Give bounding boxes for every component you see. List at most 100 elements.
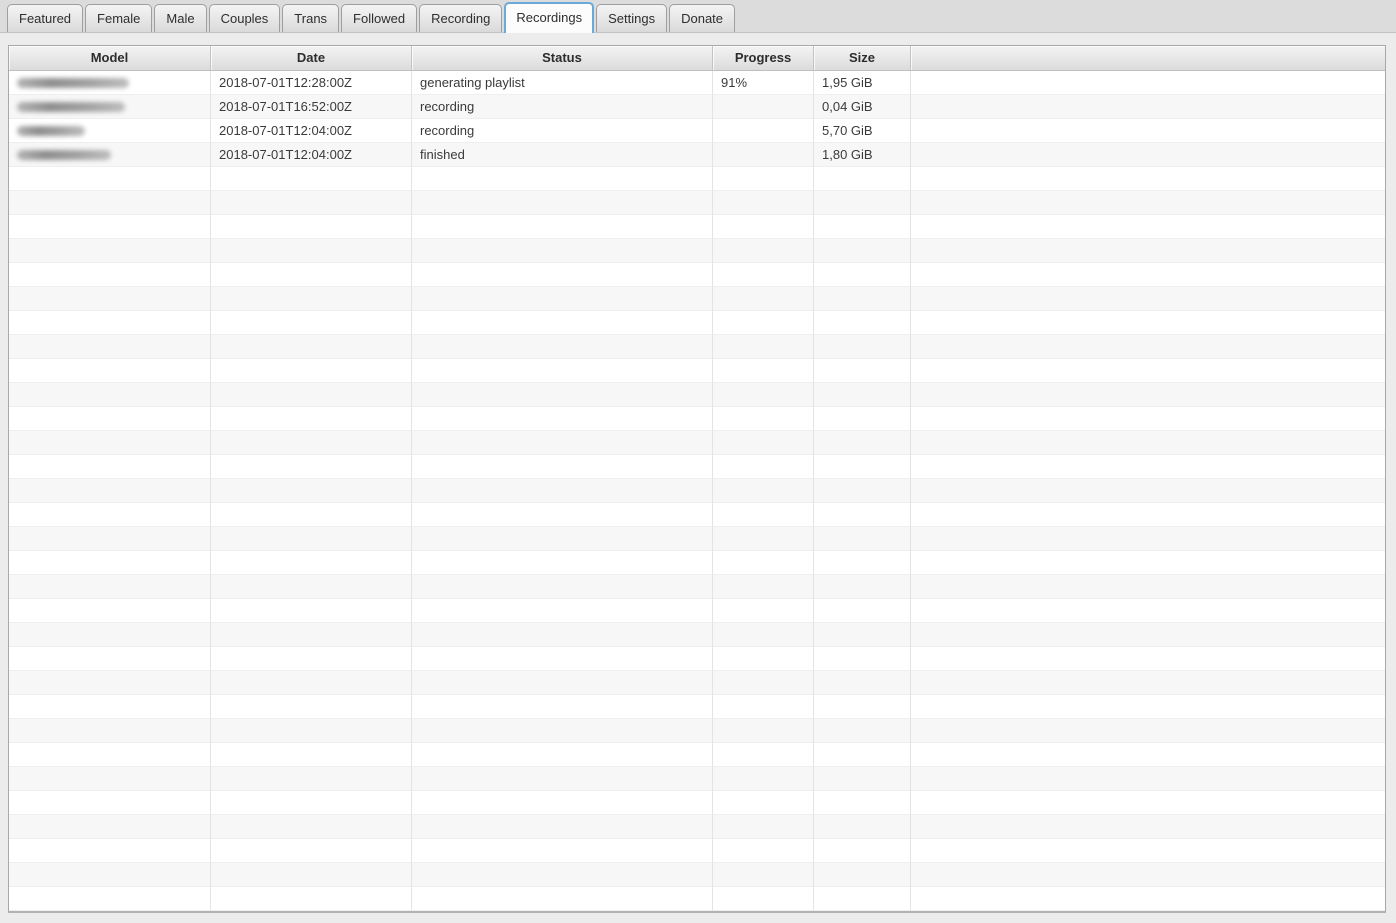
empty-row <box>9 383 1385 407</box>
cell-model <box>9 119 211 143</box>
cell-status <box>412 335 713 359</box>
empty-row <box>9 215 1385 239</box>
cell-model <box>9 431 211 455</box>
cell-progress <box>713 287 814 311</box>
empty-row <box>9 335 1385 359</box>
cell-status: recording <box>412 95 713 119</box>
cell-date: 2018-07-01T16:52:00Z <box>211 95 412 119</box>
cell-model <box>9 239 211 263</box>
tab-trans[interactable]: Trans <box>282 4 340 32</box>
cell-status <box>412 527 713 551</box>
header-cell-date[interactable]: Date <box>211 46 412 71</box>
cell-filler <box>911 887 1385 911</box>
cell-model <box>9 719 211 743</box>
cell-date <box>211 767 412 791</box>
cell-status <box>412 239 713 263</box>
cell-date: 2018-07-01T12:28:00Z <box>211 71 412 95</box>
cell-status <box>412 215 713 239</box>
cell-status <box>412 863 713 887</box>
cell-filler <box>911 503 1385 527</box>
tab-bar: Featured Female Male Couples Trans Followed Re… <box>0 0 1396 33</box>
cell-model <box>9 215 211 239</box>
cell-size <box>814 743 911 767</box>
tab-female[interactable]: Female <box>85 4 153 32</box>
cell-date <box>211 431 412 455</box>
tab-recordings[interactable]: Recordings <box>504 2 595 33</box>
cell-progress <box>713 335 814 359</box>
cell-date: 2018-07-01T12:04:00Z <box>211 143 412 167</box>
tab-settings[interactable]: Settings <box>596 4 668 32</box>
tab-followed[interactable]: Followed <box>341 4 418 32</box>
cell-progress <box>713 743 814 767</box>
cell-size <box>814 263 911 287</box>
tab-donate[interactable]: Donate <box>669 4 736 32</box>
cell-status <box>412 671 713 695</box>
cell-progress <box>713 431 814 455</box>
cell-progress <box>713 143 814 167</box>
cell-date <box>211 311 412 335</box>
cell-progress <box>713 119 814 143</box>
cell-progress <box>713 719 814 743</box>
cell-progress <box>713 839 814 863</box>
cell-status <box>412 191 713 215</box>
cell-size <box>814 479 911 503</box>
cell-progress <box>713 455 814 479</box>
cell-date <box>211 167 412 191</box>
cell-filler <box>911 215 1385 239</box>
cell-status <box>412 311 713 335</box>
table-row[interactable]: 2018-07-01T12:04:00Z finished 1,80 GiB <box>9 143 1385 167</box>
table-row[interactable]: 2018-07-01T16:52:00Z recording 0,04 GiB <box>9 95 1385 119</box>
cell-status <box>412 503 713 527</box>
cell-size <box>814 455 911 479</box>
empty-row <box>9 455 1385 479</box>
cell-size <box>814 527 911 551</box>
header-cell-filler[interactable] <box>911 46 1385 71</box>
cell-progress <box>713 527 814 551</box>
empty-row <box>9 407 1385 431</box>
empty-row <box>9 527 1385 551</box>
cell-filler <box>911 383 1385 407</box>
cell-size <box>814 599 911 623</box>
cell-progress <box>713 215 814 239</box>
cell-size <box>814 359 911 383</box>
header-cell-model[interactable]: Model <box>9 46 211 71</box>
table-row[interactable]: 2018-07-01T12:28:00Z generating playlist 9… <box>9 71 1385 95</box>
cell-size <box>814 719 911 743</box>
cell-progress <box>713 575 814 599</box>
empty-row <box>9 623 1385 647</box>
tab-featured[interactable]: Featured <box>7 4 84 32</box>
cell-date <box>211 503 412 527</box>
cell-model <box>9 743 211 767</box>
cell-model <box>9 335 211 359</box>
tab-recording[interactable]: Recording <box>419 4 503 32</box>
cell-date <box>211 863 412 887</box>
empty-row <box>9 815 1385 839</box>
cell-size: 0,04 GiB <box>814 95 911 119</box>
empty-row <box>9 311 1385 335</box>
header-cell-size[interactable]: Size <box>814 46 911 71</box>
cell-status <box>412 455 713 479</box>
empty-row <box>9 191 1385 215</box>
cell-model <box>9 551 211 575</box>
cell-filler <box>911 863 1385 887</box>
empty-row <box>9 287 1385 311</box>
redacted-model-name <box>17 102 125 112</box>
cell-filler <box>911 167 1385 191</box>
empty-row <box>9 575 1385 599</box>
table-row[interactable]: 2018-07-01T12:04:00Z recording 5,70 GiB <box>9 119 1385 143</box>
header-cell-progress[interactable]: Progress <box>713 46 814 71</box>
cell-filler <box>911 191 1385 215</box>
cell-progress <box>713 95 814 119</box>
empty-row <box>9 647 1385 671</box>
cell-status <box>412 623 713 647</box>
cell-model <box>9 287 211 311</box>
cell-status <box>412 431 713 455</box>
empty-row <box>9 743 1385 767</box>
cell-status <box>412 695 713 719</box>
cell-progress <box>713 767 814 791</box>
cell-filler <box>911 263 1385 287</box>
tab-male[interactable]: Male <box>154 4 207 32</box>
cell-date <box>211 599 412 623</box>
header-cell-status[interactable]: Status <box>412 46 713 71</box>
tab-couples[interactable]: Couples <box>208 4 281 32</box>
